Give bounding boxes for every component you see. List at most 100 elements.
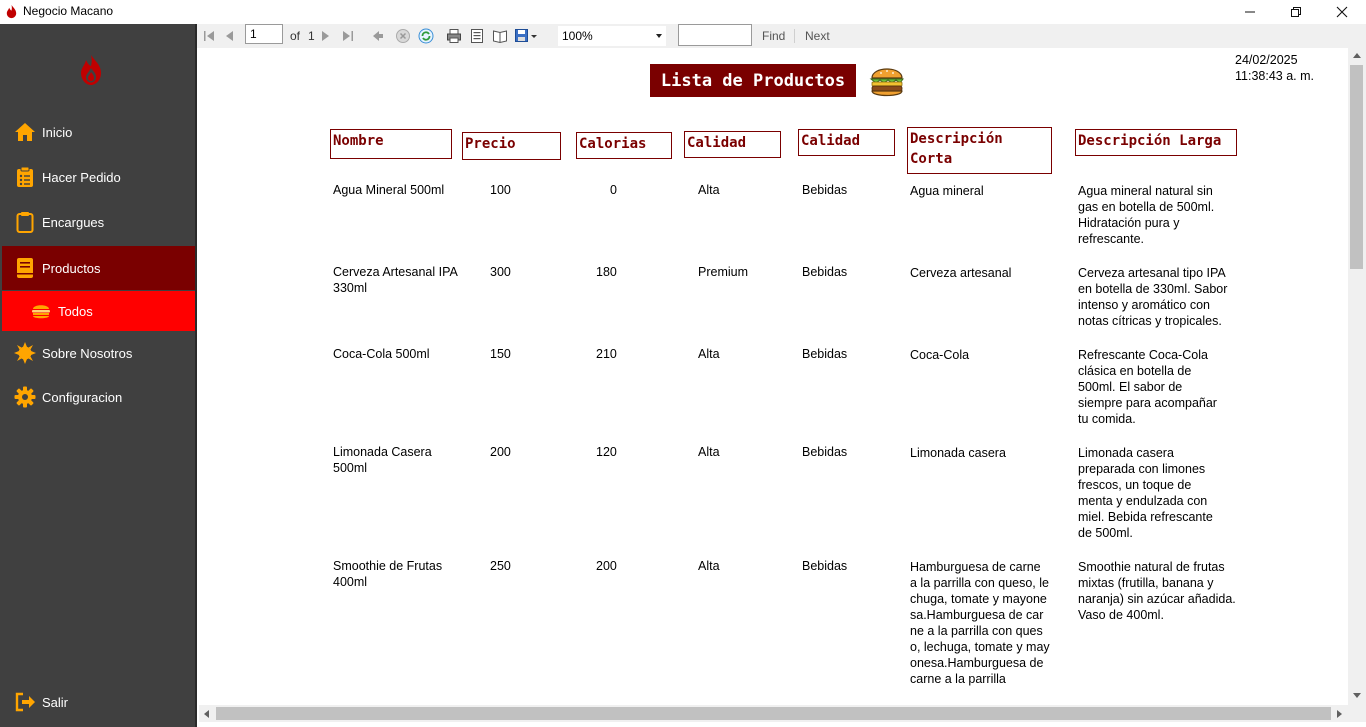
exit-button[interactable]: Salir bbox=[2, 680, 195, 724]
report-date: 24/02/2025 bbox=[1235, 53, 1298, 67]
horizontal-scroll-thumb[interactable] bbox=[216, 707, 1331, 720]
restore-button[interactable] bbox=[1273, 0, 1319, 24]
cell-descripcion-larga: Smoothie natural de frutas mixtas (fruti… bbox=[1078, 560, 1236, 622]
cell-calorias: 0 bbox=[610, 183, 617, 197]
page-setup-icon[interactable] bbox=[492, 28, 508, 44]
restore-icon bbox=[1291, 7, 1301, 17]
print-icon[interactable] bbox=[446, 28, 462, 44]
vertical-scroll-thumb[interactable] bbox=[1350, 65, 1363, 269]
sun-icon bbox=[14, 342, 36, 364]
cell-nombre: Coca-Cola 500ml bbox=[333, 347, 430, 361]
exit-label: Salir bbox=[42, 694, 69, 710]
back-icon[interactable] bbox=[370, 28, 386, 44]
sidebar-item-inicio[interactable]: Inicio bbox=[2, 110, 195, 154]
column-header-precio: Precio bbox=[462, 132, 561, 160]
home-icon bbox=[14, 121, 36, 143]
cell-descripcion-corta: Cerveza artesanal bbox=[910, 266, 1012, 280]
cell-precio: 100 bbox=[490, 183, 511, 197]
sidebar-item-label: Configuracion bbox=[42, 389, 123, 405]
cell-descripcion-larga: Cerveza artesanal tipo IPA en botella de… bbox=[1078, 266, 1228, 328]
window-title: Negocio Macano bbox=[23, 4, 114, 18]
minimize-icon bbox=[1245, 11, 1255, 13]
last-page-icon[interactable] bbox=[340, 28, 356, 44]
print-layout-icon[interactable] bbox=[469, 28, 485, 44]
sidebar-item-encargues[interactable]: Encargues bbox=[2, 200, 195, 244]
column-header-calorias: Calorias bbox=[576, 132, 672, 159]
flame-logo bbox=[81, 55, 101, 85]
gear-icon bbox=[14, 386, 36, 408]
cell-descripcion-corta: Coca-Cola bbox=[910, 348, 970, 362]
cell-categoria: Bebidas bbox=[802, 559, 848, 573]
zoom-select[interactable]: 100% bbox=[557, 25, 667, 47]
first-page-icon[interactable] bbox=[201, 28, 217, 44]
sidebar-item-hacer-pedido[interactable]: Hacer Pedido bbox=[2, 155, 195, 199]
close-icon bbox=[1336, 6, 1348, 18]
scrollbar-corner bbox=[1348, 705, 1366, 722]
scroll-right-icon[interactable] bbox=[1335, 709, 1343, 719]
app-flame-icon bbox=[6, 4, 17, 19]
scroll-left-icon[interactable] bbox=[203, 709, 211, 719]
cell-precio: 300 bbox=[490, 265, 511, 279]
zoom-value: 100% bbox=[562, 29, 593, 43]
cell-precio: 150 bbox=[490, 347, 511, 361]
cell-calorias: 200 bbox=[596, 559, 617, 573]
find-button[interactable]: Find bbox=[762, 28, 785, 44]
sidebar-item-label: Productos bbox=[42, 260, 101, 276]
page-number-input[interactable]: 1 bbox=[245, 24, 283, 44]
cell-categoria: Bebidas bbox=[802, 445, 848, 459]
cell-calidad: Alta bbox=[698, 183, 720, 197]
sidebar-item-sobre-nosotros[interactable]: Sobre Nosotros bbox=[2, 331, 195, 375]
total-pages: 1 bbox=[308, 29, 315, 43]
cell-categoria: Bebidas bbox=[802, 265, 848, 279]
column-header-nombre: Nombre bbox=[330, 129, 452, 159]
column-header-calidad: Calidad bbox=[684, 131, 781, 158]
cell-calorias: 120 bbox=[596, 445, 617, 459]
cell-calorias: 180 bbox=[596, 265, 617, 279]
cell-calidad: Alta bbox=[698, 445, 720, 459]
sidebar-item-todos[interactable]: Todos bbox=[2, 291, 195, 331]
book-icon bbox=[14, 257, 36, 279]
next-page-icon[interactable] bbox=[317, 28, 333, 44]
cell-precio: 200 bbox=[490, 445, 511, 459]
sidebar-item-label: Hacer Pedido bbox=[42, 169, 121, 185]
sidebar-item-configuracion[interactable]: Configuracion bbox=[2, 375, 195, 419]
refresh-icon[interactable] bbox=[418, 28, 434, 44]
cell-calidad: Alta bbox=[698, 559, 720, 573]
cell-descripcion-corta: Hamburguesa de carne a la parrilla con q… bbox=[910, 560, 1050, 686]
previous-page-icon[interactable] bbox=[222, 28, 238, 44]
cell-calidad: Alta bbox=[698, 347, 720, 361]
report-title: Lista de Productos bbox=[650, 64, 856, 97]
minimize-button[interactable] bbox=[1227, 0, 1273, 24]
burger-icon bbox=[30, 300, 52, 322]
cell-descripcion-corta: Limonada casera bbox=[910, 446, 1006, 460]
sidebar-item-label: Inicio bbox=[42, 124, 73, 140]
scroll-down-icon[interactable] bbox=[1352, 691, 1362, 699]
cell-nombre: Limonada Casera 500ml bbox=[333, 445, 432, 475]
sidebar-item-label: Todos bbox=[58, 303, 93, 319]
column-header-descripcion-corta: Descripción Corta bbox=[907, 127, 1052, 174]
sidebar-item-label: Encargues bbox=[42, 214, 105, 230]
cell-categoria: Bebidas bbox=[802, 347, 848, 361]
cell-descripcion-larga: Agua mineral natural sin gas en botella … bbox=[1078, 184, 1215, 246]
exit-icon bbox=[14, 691, 36, 713]
report-datetime: 24/02/2025 11:38:43 a. m. bbox=[1235, 52, 1314, 84]
cell-calidad: Premium bbox=[698, 265, 749, 279]
cell-calorias: 210 bbox=[596, 347, 617, 361]
cell-precio: 250 bbox=[490, 559, 511, 573]
cell-descripcion-corta: Agua mineral bbox=[910, 184, 984, 198]
clipboard-icon bbox=[14, 211, 36, 233]
find-input[interactable] bbox=[678, 24, 752, 46]
chevron-down-icon[interactable] bbox=[530, 28, 538, 44]
sidebar-item-productos[interactable]: Productos bbox=[2, 246, 195, 290]
cell-nombre: Cerveza Artesanal IPA 330ml bbox=[333, 265, 458, 295]
close-button[interactable] bbox=[1319, 0, 1365, 24]
column-header-categoria: Calidad bbox=[798, 129, 895, 156]
stop-icon[interactable] bbox=[395, 28, 411, 44]
sidebar-item-label: Sobre Nosotros bbox=[42, 345, 133, 361]
order-list-icon bbox=[14, 166, 36, 188]
report-toolbar: of 1 Find Next bbox=[197, 24, 1366, 48]
title-bar: Negocio Macano bbox=[0, 0, 1366, 24]
export-save-icon[interactable] bbox=[514, 28, 530, 44]
next-button[interactable]: Next bbox=[805, 28, 830, 44]
scroll-up-icon[interactable] bbox=[1352, 52, 1362, 60]
